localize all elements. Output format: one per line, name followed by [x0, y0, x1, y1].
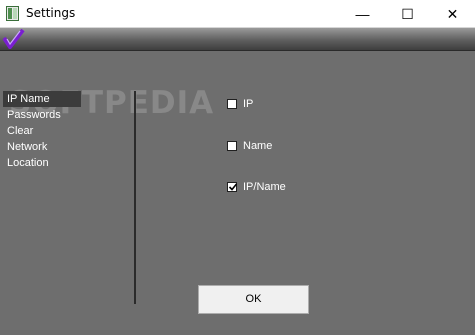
ip-checkbox[interactable]: [227, 99, 237, 109]
sidebar-item-network[interactable]: Network: [3, 139, 133, 155]
ok-button[interactable]: OK: [198, 285, 309, 314]
sidebar-item-ip-name[interactable]: IP Name: [3, 91, 81, 107]
sidebar-item-passwords[interactable]: Passwords: [3, 107, 133, 123]
app-window-icon: [6, 6, 19, 21]
option-ip-name[interactable]: IP/Name: [227, 180, 286, 194]
sidebar-nav: IP Name Passwords Clear Network Location: [3, 91, 133, 171]
name-checkbox-label: Name: [243, 140, 273, 152]
ip-name-checkbox-label: IP/Name: [243, 181, 286, 193]
ip-name-checkbox[interactable]: [227, 182, 238, 192]
option-name[interactable]: Name: [227, 139, 272, 153]
window-title: Settings: [26, 6, 76, 20]
sidebar-item-clear[interactable]: Clear: [3, 123, 133, 139]
settings-panel: SOFTPEDIA IP Name Passwords Clear Networ…: [0, 51, 475, 335]
minimize-button[interactable]: —: [340, 0, 385, 28]
header-banner: [0, 28, 475, 51]
checkmark-logo-icon: [3, 29, 25, 49]
checkmark-icon: [228, 183, 238, 191]
title-bar: Settings — ☐ ✕: [0, 0, 475, 28]
name-checkbox[interactable]: [227, 141, 237, 151]
close-button[interactable]: ✕: [430, 0, 475, 28]
option-ip[interactable]: IP: [227, 97, 253, 111]
sidebar-item-location[interactable]: Location: [3, 155, 133, 171]
ip-checkbox-label: IP: [243, 98, 254, 110]
maximize-button[interactable]: ☐: [385, 0, 430, 28]
sidebar-divider: [134, 91, 136, 304]
